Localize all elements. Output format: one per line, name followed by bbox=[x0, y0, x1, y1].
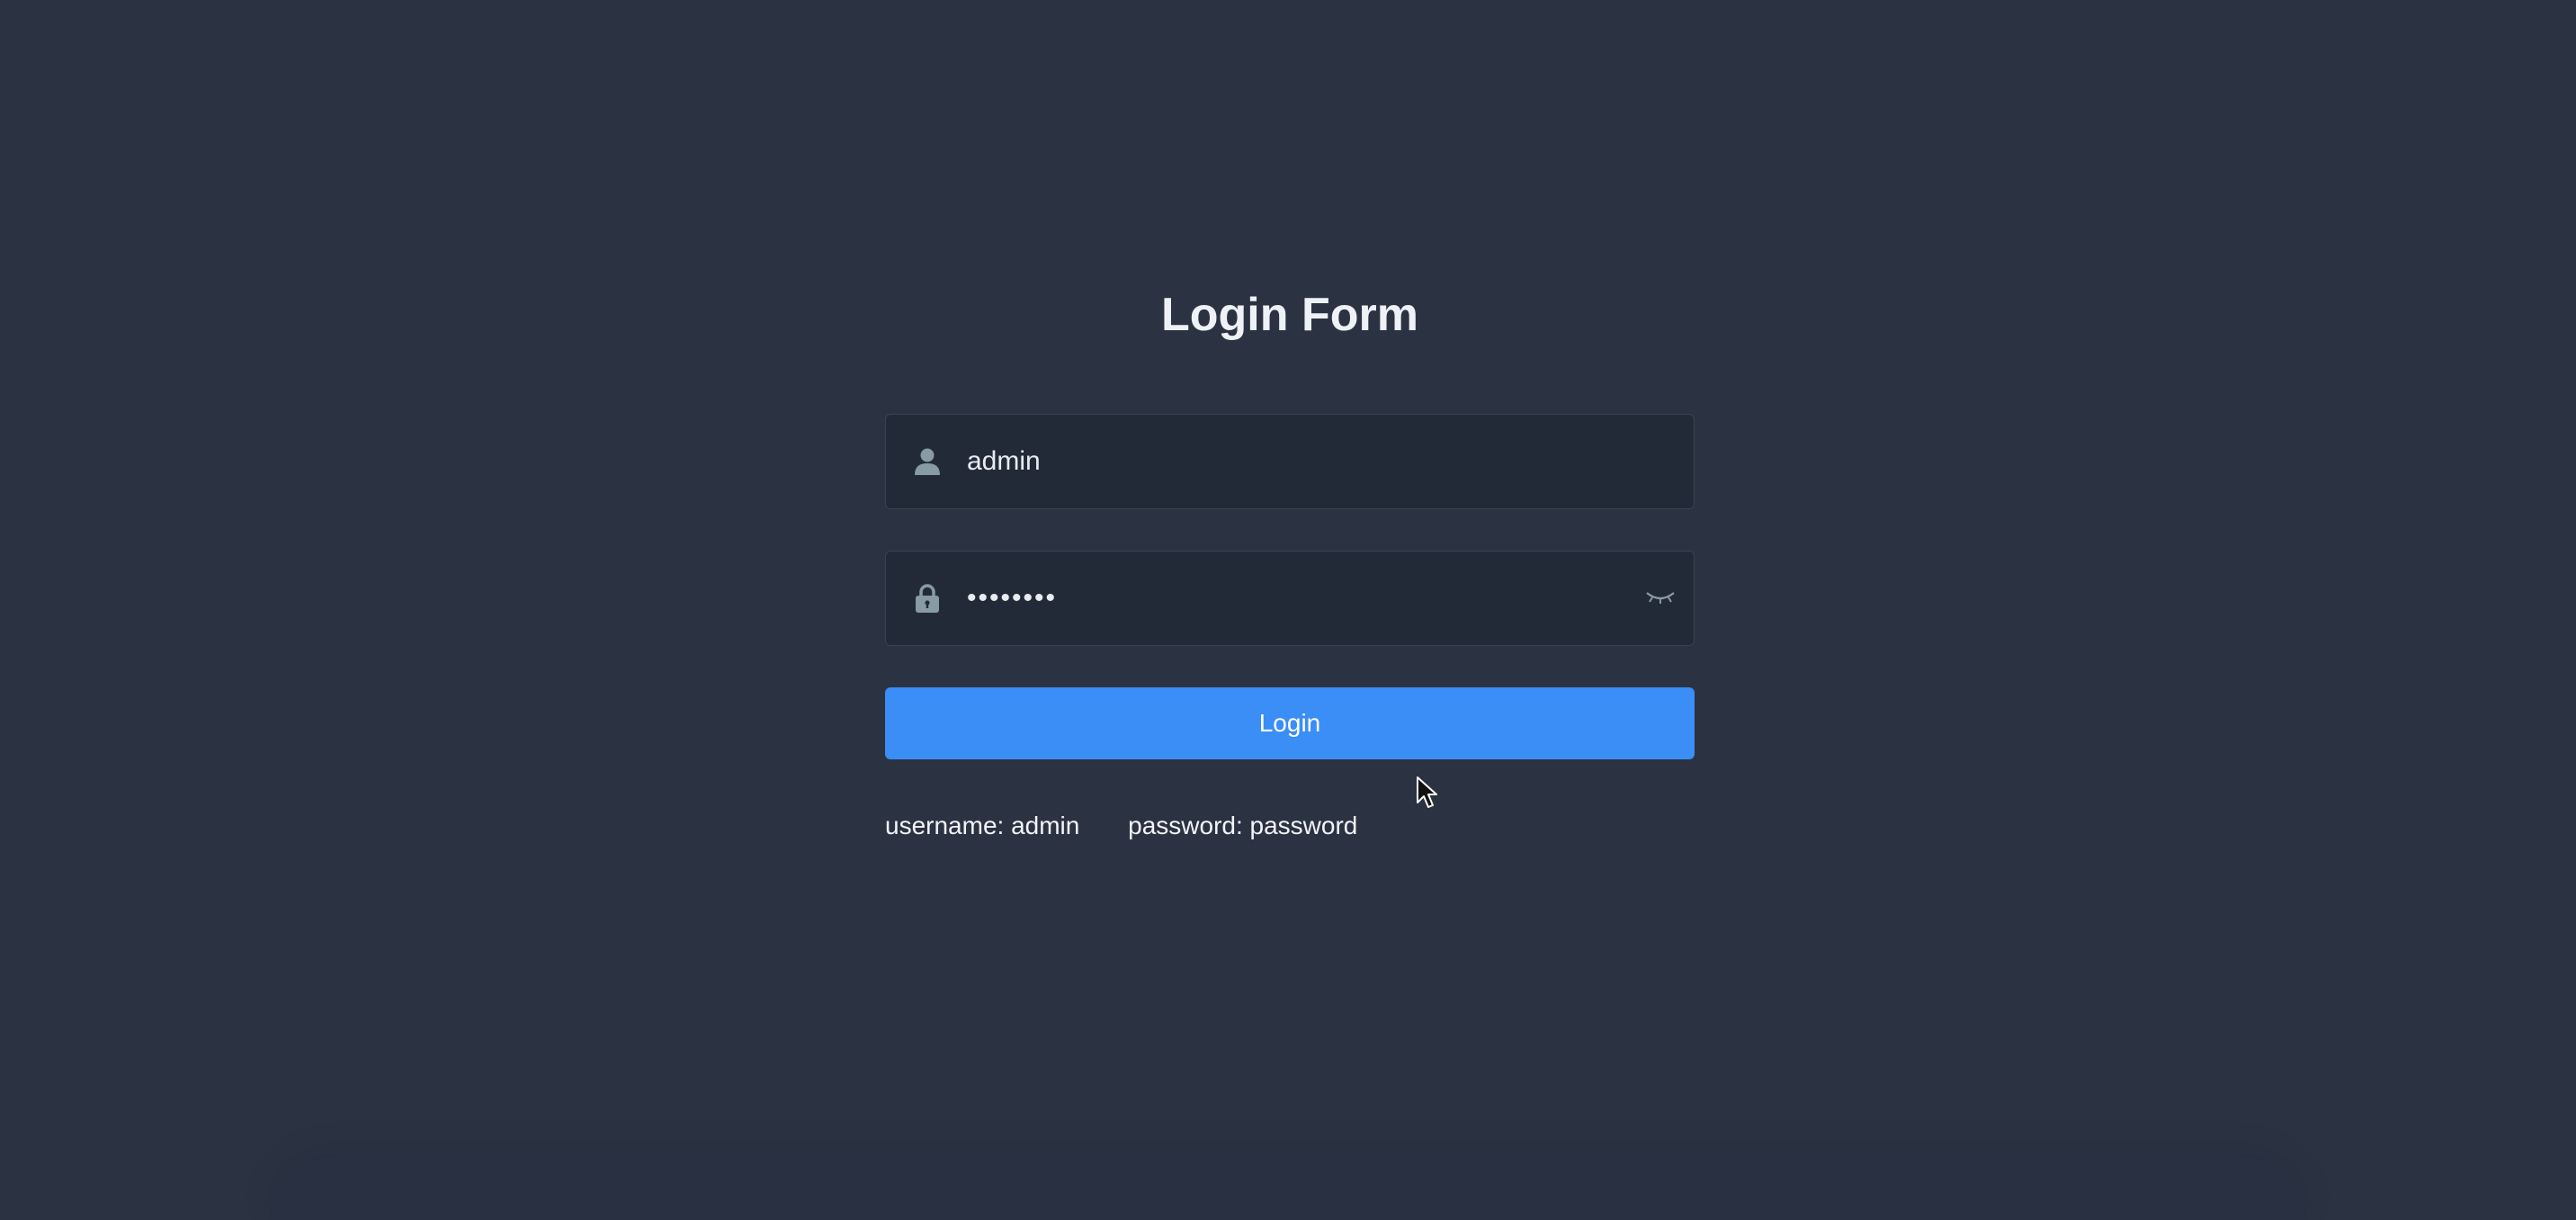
mouse-cursor-icon bbox=[1417, 776, 1437, 808]
page-title: Login Form bbox=[1161, 289, 1418, 341]
background-shade bbox=[270, 1157, 2306, 1220]
username-tip: username: admin bbox=[885, 812, 1080, 839]
user-icon bbox=[911, 444, 944, 479]
eye-closed-icon[interactable] bbox=[1643, 586, 1677, 611]
username-field bbox=[885, 414, 1695, 509]
username-input[interactable] bbox=[967, 415, 1614, 508]
lock-icon bbox=[911, 581, 944, 615]
login-form: Login Form admin Login username: admin p… bbox=[885, 279, 1695, 839]
password-input[interactable] bbox=[967, 552, 1614, 645]
credentials-tips: username: admin password: password bbox=[885, 812, 1357, 840]
login-button[interactable]: Login bbox=[885, 687, 1695, 759]
password-tip: password: password bbox=[1128, 812, 1358, 839]
login-page: Login Form admin Login username: admin p… bbox=[0, 0, 2576, 1220]
password-field bbox=[885, 551, 1695, 646]
